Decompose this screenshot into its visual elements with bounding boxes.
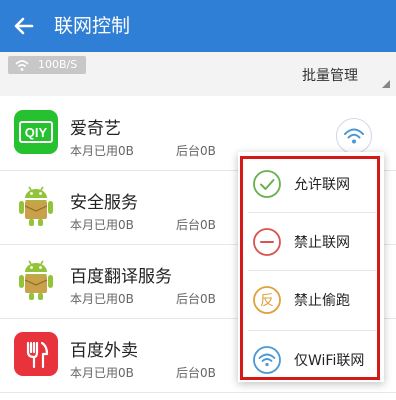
- fork-icon: [14, 332, 58, 376]
- check-circle-icon: [252, 169, 282, 199]
- minus-circle-icon: [252, 227, 282, 257]
- menu-item-label: 允许联网: [294, 177, 350, 193]
- monthly-usage: 本月已用0B: [70, 366, 134, 380]
- menu-item-block-network[interactable]: 禁止联网: [238, 214, 384, 270]
- wifi-icon: [344, 128, 364, 144]
- menu-divider: [248, 270, 376, 271]
- background-usage: 后台0B: [176, 292, 216, 306]
- menu-item-allow-network[interactable]: 允许联网: [238, 156, 384, 212]
- app-name: 百度外卖: [70, 341, 138, 361]
- monthly-usage: 本月已用0B: [70, 292, 134, 306]
- menu-item-label: 仅WiFi联网: [294, 353, 365, 369]
- iqiyi-icon: QIY: [14, 110, 58, 154]
- network-speed-badge: 100B/S: [8, 56, 86, 74]
- back-arrow-icon[interactable]: [12, 14, 36, 38]
- menu-item-label: 禁止偷跑: [294, 293, 350, 309]
- monthly-usage: 本月已用0B: [70, 144, 134, 158]
- speed-value: 100B/S: [38, 58, 78, 71]
- menu-item-wifi-only[interactable]: 仅WiFi联网: [238, 332, 384, 388]
- batch-manage-label: 批量管理: [302, 68, 358, 84]
- menu-divider: [248, 212, 376, 213]
- app-header: 联网控制: [0, 0, 396, 52]
- svg-text:QIY: QIY: [25, 125, 48, 140]
- wifi-icon: [252, 345, 282, 375]
- background-usage: 后台0B: [176, 144, 216, 158]
- corner-caret-icon: [382, 80, 390, 88]
- status-bar: 100B/S 批量管理: [0, 52, 396, 96]
- batch-manage-button[interactable]: 批量管理: [296, 52, 396, 96]
- background-usage: 后台0B: [176, 218, 216, 232]
- menu-item-block-sneak[interactable]: 反 禁止偷跑: [238, 272, 384, 328]
- fan-char-icon: 反: [252, 285, 282, 315]
- wifi-icon: [14, 58, 30, 72]
- menu-divider: [248, 330, 376, 331]
- app-name: 爱奇艺: [70, 119, 121, 139]
- app-name: 百度翻译服务: [70, 267, 172, 287]
- menu-item-label: 禁止联网: [294, 235, 350, 251]
- background-usage: 后台0B: [176, 366, 216, 380]
- monthly-usage: 本月已用0B: [70, 218, 134, 232]
- svg-text:反: 反: [260, 293, 274, 309]
- app-name: 安全服务: [70, 193, 138, 213]
- android-icon: [14, 258, 58, 302]
- network-mode-button[interactable]: [336, 118, 372, 154]
- android-icon: [14, 184, 58, 228]
- page-title: 联网控制: [54, 15, 131, 37]
